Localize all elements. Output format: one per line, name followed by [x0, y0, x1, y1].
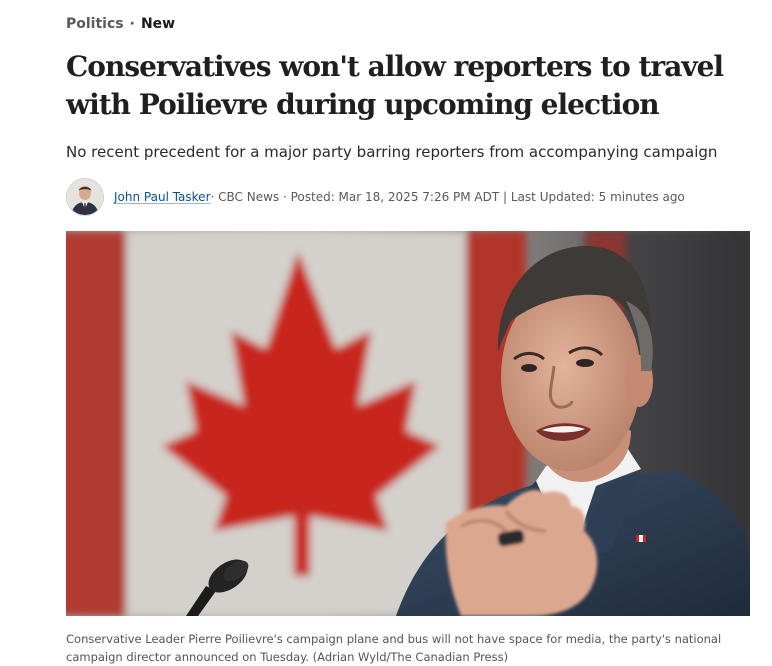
byline-meta: · CBC News · Posted: Mar 18, 2025 7:26 P…: [210, 190, 685, 204]
article-headline: Conservatives won't allow reporters to t…: [66, 50, 724, 121]
photo-caption: Conservative Leader Pierre Poilievre's c…: [66, 632, 722, 664]
breadcrumb-separator: ·: [129, 16, 135, 32]
author-avatar-image: [67, 179, 103, 215]
author-link[interactable]: John Paul Tasker: [114, 190, 211, 204]
author-avatar[interactable]: [66, 178, 104, 216]
breadcrumb: Politics · New: [66, 14, 175, 34]
new-badge: New: [140, 16, 176, 32]
lead-photo-image: [66, 231, 750, 616]
breadcrumb-section-link[interactable]: Politics: [66, 16, 124, 32]
lead-photo: [66, 231, 750, 616]
article-deck: No recent precedent for a major party ba…: [66, 143, 718, 161]
byline: John Paul Tasker · CBC News · Posted: Ma…: [66, 177, 685, 217]
